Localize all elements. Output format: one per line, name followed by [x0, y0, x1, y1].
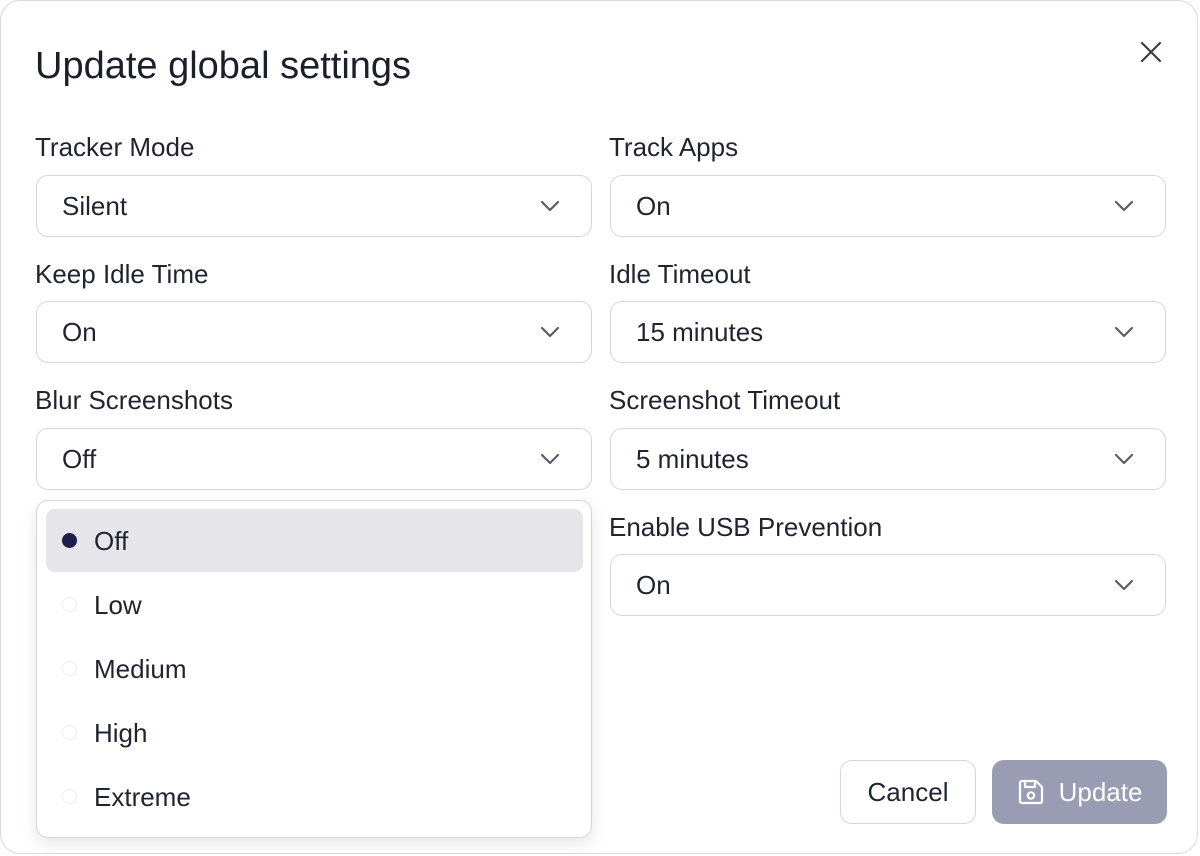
radio-empty-icon — [62, 725, 77, 740]
idle-timeout-value: 15 minutes — [636, 317, 764, 347]
chevron-down-icon — [540, 200, 560, 212]
chevron-down-icon — [1114, 200, 1134, 212]
close-button[interactable] — [1133, 34, 1169, 70]
dropdown-option-extreme[interactable]: Extreme — [46, 765, 583, 828]
close-icon — [1140, 41, 1162, 63]
option-label: Medium — [94, 654, 187, 684]
track-apps-select[interactable]: On — [610, 175, 1166, 237]
screenshot-timeout-value: 5 minutes — [636, 444, 749, 474]
chevron-down-icon — [1114, 326, 1134, 338]
option-label: Extreme — [94, 782, 191, 812]
blur-screenshots-dropdown: Off Low Medium High Extreme — [36, 500, 592, 838]
chevron-down-icon — [1114, 453, 1134, 465]
screenshot-timeout-label: Screenshot Timeout — [609, 385, 841, 415]
enable-usb-prevention-value: On — [636, 570, 671, 600]
chevron-down-icon — [540, 326, 560, 338]
keep-idle-time-select[interactable]: On — [36, 301, 592, 363]
radio-empty-icon — [62, 789, 77, 804]
screenshot-timeout-select[interactable]: 5 minutes — [610, 428, 1166, 490]
radio-empty-icon — [62, 661, 77, 676]
cancel-button[interactable]: Cancel — [840, 760, 976, 824]
track-apps-label: Track Apps — [609, 132, 739, 162]
dropdown-option-medium[interactable]: Medium — [46, 637, 583, 700]
option-label: Low — [94, 590, 142, 620]
dialog-title: Update global settings — [35, 45, 412, 87]
tracker-mode-value: Silent — [62, 191, 128, 221]
radio-selected-icon — [62, 533, 77, 548]
dropdown-option-off[interactable]: Off — [46, 509, 583, 572]
chevron-down-icon — [540, 453, 560, 465]
update-button-label: Update — [1058, 776, 1143, 807]
enable-usb-prevention-select[interactable]: On — [610, 554, 1166, 616]
enable-usb-prevention-label: Enable USB Prevention — [609, 512, 883, 542]
idle-timeout-label: Idle Timeout — [609, 259, 751, 289]
idle-timeout-select[interactable]: 15 minutes — [610, 301, 1166, 363]
dropdown-option-low[interactable]: Low — [46, 573, 583, 636]
blur-screenshots-select[interactable]: Off — [36, 428, 592, 490]
option-label: Off — [94, 526, 129, 556]
blur-screenshots-label: Blur Screenshots — [35, 385, 233, 415]
settings-dialog: Update global settings Tracker Mode Sile… — [0, 0, 1198, 854]
save-icon — [1018, 779, 1043, 805]
blur-screenshots-value: Off — [62, 444, 97, 474]
chevron-down-icon — [1114, 579, 1134, 591]
update-button[interactable]: Update — [992, 760, 1167, 824]
keep-idle-time-label: Keep Idle Time — [35, 259, 209, 289]
tracker-mode-select[interactable]: Silent — [36, 175, 592, 237]
tracker-mode-label: Tracker Mode — [35, 132, 195, 162]
option-label: High — [94, 718, 148, 748]
radio-empty-icon — [62, 597, 77, 612]
keep-idle-time-value: On — [62, 317, 97, 347]
track-apps-value: On — [636, 191, 671, 221]
dropdown-option-high[interactable]: High — [46, 701, 583, 764]
